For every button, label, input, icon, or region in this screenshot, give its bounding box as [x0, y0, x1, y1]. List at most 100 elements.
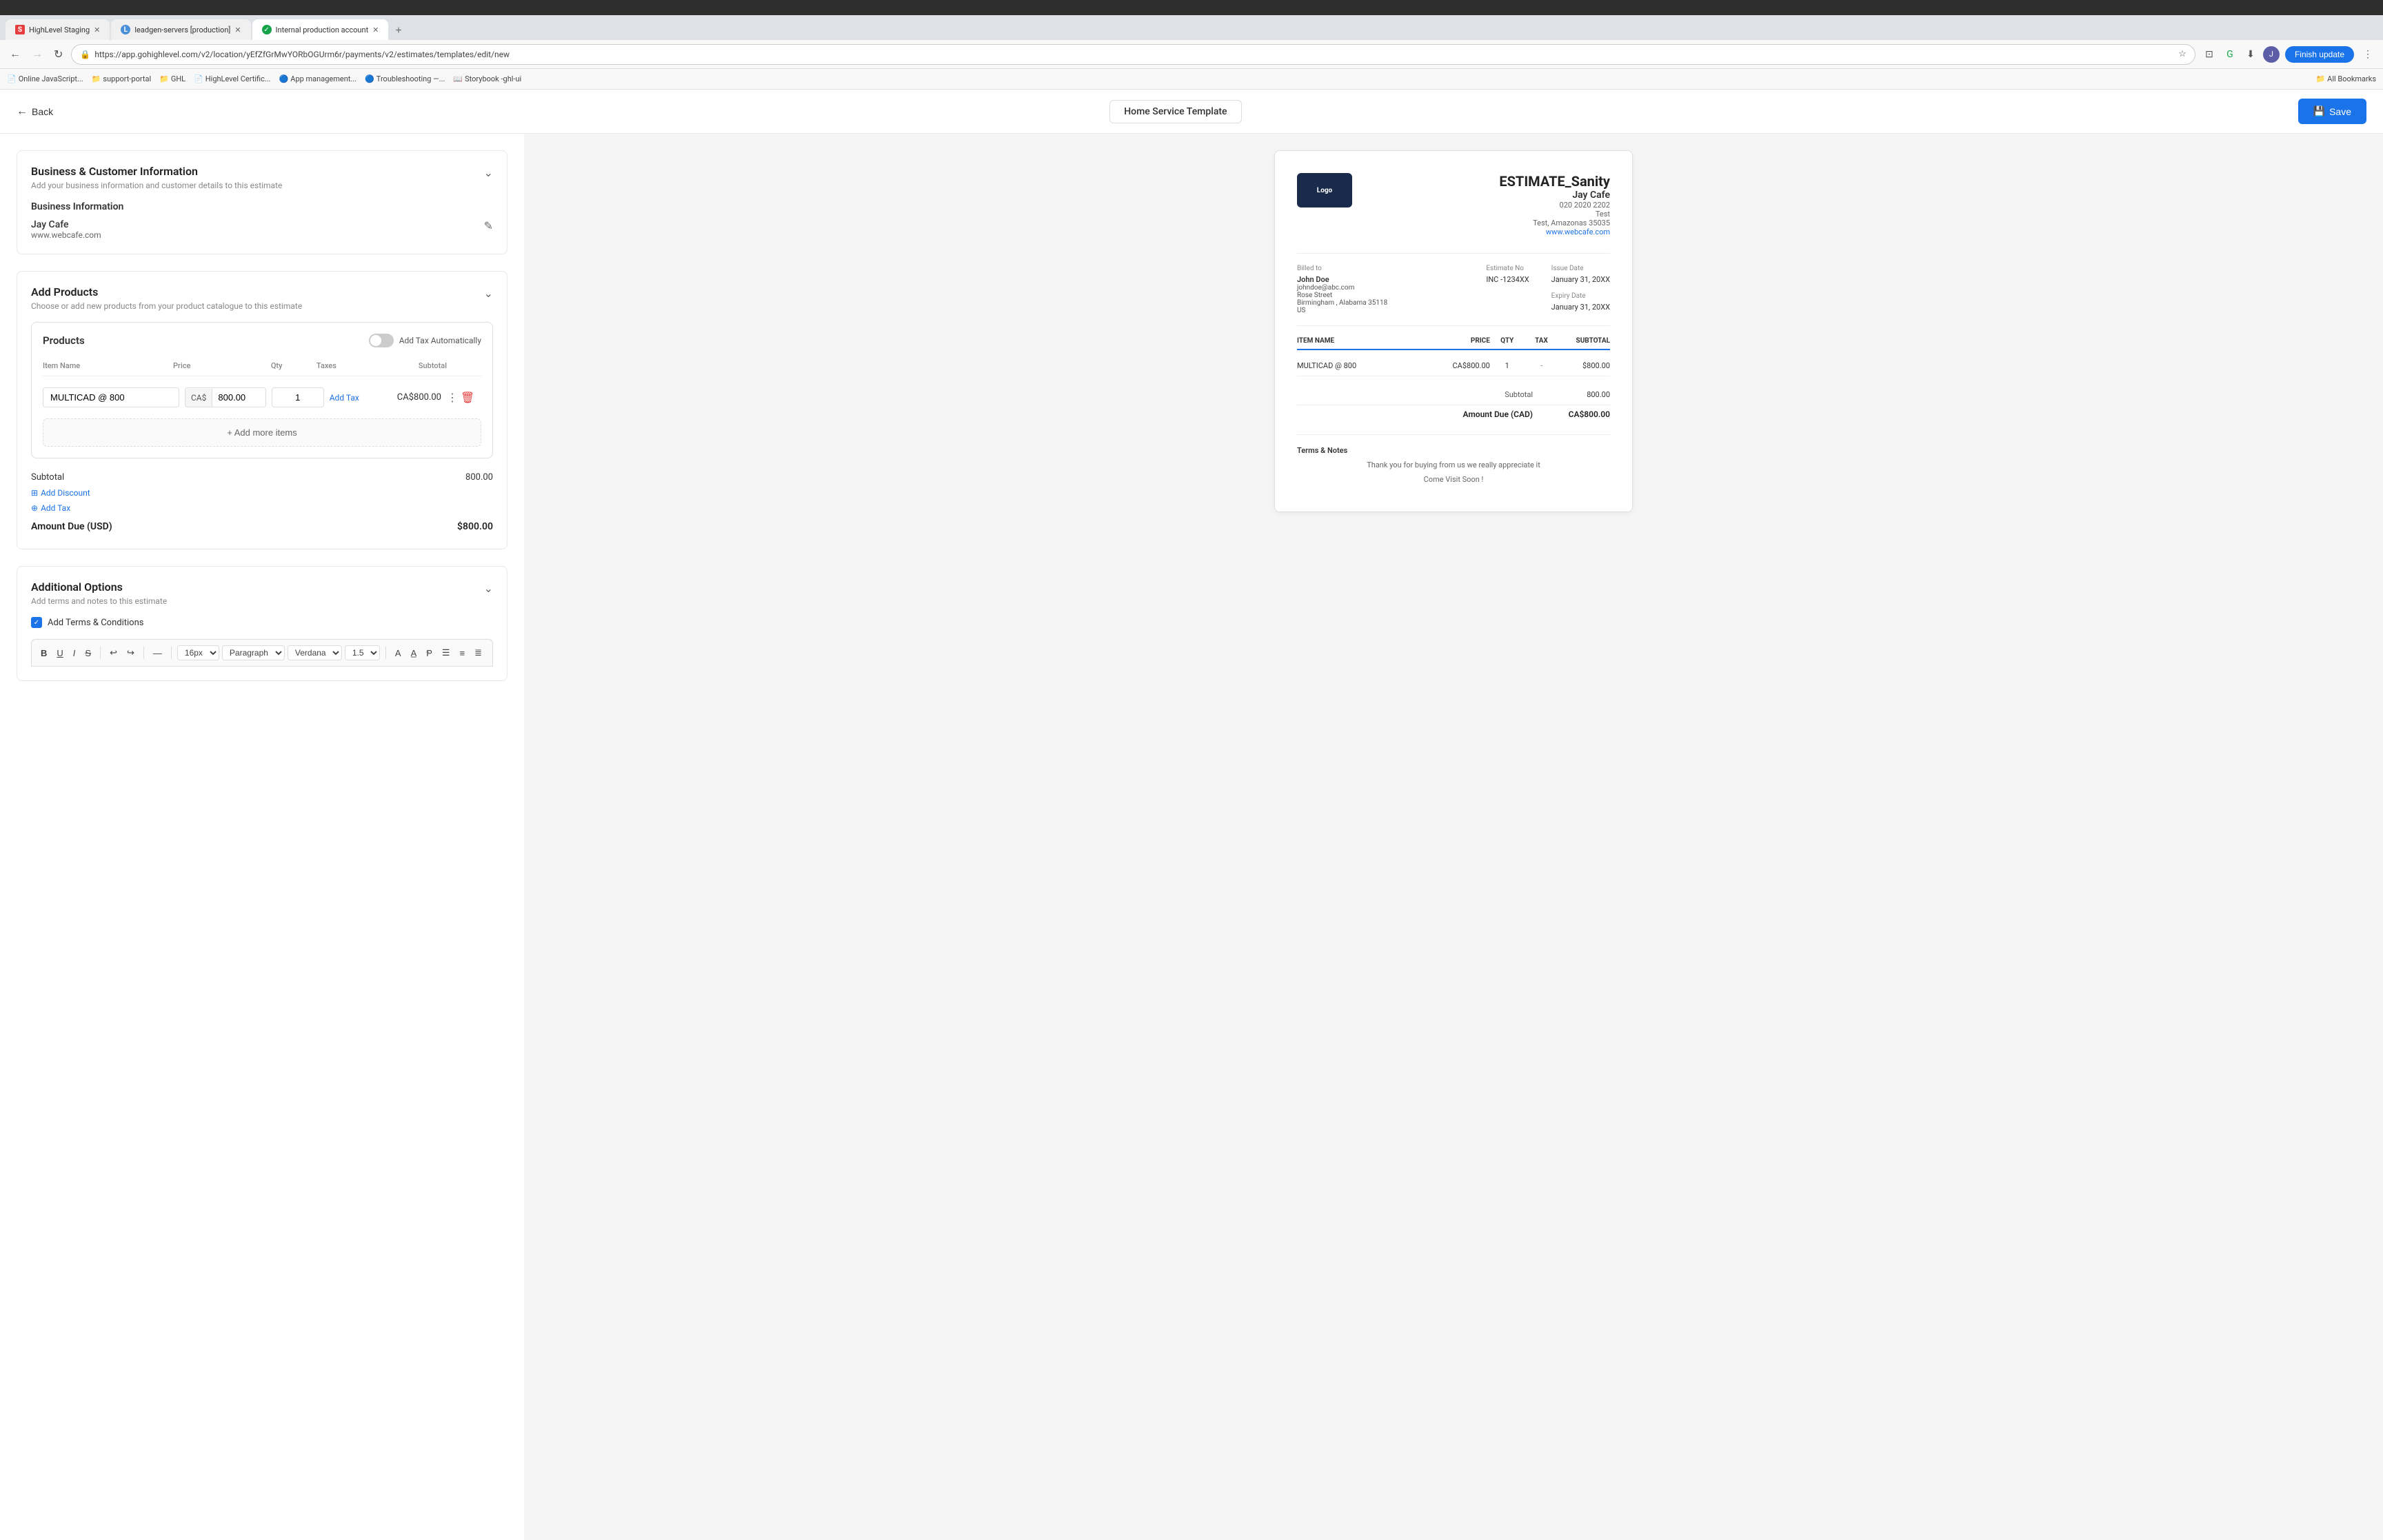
products-table-header: Item Name Price Qty Taxes Subtotal — [43, 356, 481, 376]
est-col-qty-header: QTY — [1490, 337, 1525, 345]
add-tax-link-bottom[interactable]: ⊕ Add Tax — [31, 503, 493, 513]
totals-section: Subtotal 800.00 ⊞ Add Discount ⊕ — [31, 469, 493, 535]
qty-input[interactable] — [272, 387, 324, 407]
product-options-button[interactable]: ⋮ — [447, 391, 458, 405]
estimate-header: Logo ESTIMATE_Sanity Jay Cafe 020 2020 2… — [1297, 173, 1610, 236]
left-panel: Business & Customer Information Add your… — [0, 134, 524, 1540]
save-button[interactable]: 💾 Save — [2298, 99, 2366, 124]
browser-chrome: S HighLevel Staging ✕ L leadgen-servers … — [0, 0, 2383, 90]
back-nav-button[interactable]: ← — [7, 47, 23, 62]
forward-nav-button[interactable]: → — [29, 47, 46, 62]
highlight-button[interactable]: A̲ — [408, 646, 421, 660]
est-table-header: ITEM NAME PRICE QTY TAX SUBTOTAL — [1297, 337, 1610, 350]
profile-icon[interactable]: J — [2263, 46, 2280, 63]
bookmark-app-management[interactable]: 🔵 App management... — [279, 74, 357, 83]
browser-titlebar — [0, 0, 2383, 15]
toolbar-separator-2 — [143, 647, 144, 659]
bookmark-javascript[interactable]: 📄 Online JavaScript... — [7, 74, 83, 83]
tab-favicon-3: ✓ — [262, 25, 272, 34]
amount-due-value: $800.00 — [457, 521, 493, 532]
price-input[interactable] — [212, 388, 261, 407]
preview-card: Logo ESTIMATE_Sanity Jay Cafe 020 2020 2… — [1274, 150, 1633, 512]
bookmark-troubleshooting[interactable]: 🔵 Troubleshooting —... — [365, 74, 445, 83]
add-products-header[interactable]: Add Products Choose or add new products … — [31, 285, 493, 311]
col-item-name-header: Item Name — [43, 361, 173, 370]
tab-label-1: HighLevel Staging — [29, 26, 90, 34]
undo-button[interactable]: ↩ — [106, 645, 121, 660]
browser-tab-2[interactable]: L leadgen-servers [production] ✕ — [111, 19, 250, 40]
format-button[interactable]: Ᵽ — [423, 646, 436, 660]
product-delete-button[interactable]: 🗑 — [461, 391, 474, 405]
bookmark-support-label: support-portal — [103, 74, 151, 83]
bookmark-star-icon[interactable]: ☆ — [2178, 49, 2186, 59]
additional-options-header[interactable]: Additional Options Add terms and notes t… — [31, 580, 493, 606]
subtotal-value: 800.00 — [465, 472, 493, 483]
grammarly-icon[interactable]: G — [2222, 46, 2238, 63]
font-select[interactable]: Verdana — [288, 645, 342, 660]
app-content: ← Back Home Service Template 💾 Save Busi… — [0, 90, 2383, 1540]
tab-close-1[interactable]: ✕ — [94, 26, 100, 34]
bookmark-support[interactable]: 📁 support-portal — [92, 74, 151, 83]
bookmark-storybook[interactable]: 📖 Storybook -ghl-ui — [453, 74, 521, 83]
line-height-select[interactable]: 1.5 — [345, 645, 380, 660]
est-cell-qty: 1 — [1490, 361, 1525, 370]
business-info-subtitle: Add your business information and custom… — [31, 181, 282, 190]
col-subtotal-header: Subtotal — [381, 361, 447, 370]
add-tax-row: ⊕ Add Tax — [31, 500, 493, 516]
bold-button[interactable]: B — [37, 646, 50, 660]
underline-button[interactable]: U — [53, 646, 66, 660]
browser-tab-1[interactable]: S HighLevel Staging ✕ — [6, 19, 110, 40]
tab-label-2: leadgen-servers [production] — [134, 26, 230, 34]
download-icon[interactable]: ⬇ — [2242, 46, 2259, 63]
redo-button[interactable]: ↪ — [123, 645, 138, 660]
billed-to-label: Billed to — [1297, 265, 1387, 272]
estimate-logo: Logo — [1297, 173, 1352, 207]
browser-toolbar: ← → ↻ 🔒 https://app.gohighlevel.com/v2/l… — [0, 40, 2383, 69]
product-name-input[interactable] — [43, 387, 179, 407]
additional-options-title: Additional Options — [31, 580, 167, 594]
text-color-button[interactable]: A — [392, 646, 405, 660]
bookmark-highlevel[interactable]: 📄 HighLevel Certific... — [194, 74, 270, 83]
back-button[interactable]: ← Back — [17, 105, 53, 118]
tab-close-3[interactable]: ✕ — [372, 26, 379, 34]
tab-label-3: Internal production account — [276, 26, 369, 34]
edit-business-info-button[interactable]: ✎ — [484, 219, 493, 233]
bookmark-ghl[interactable]: 📁 GHL — [159, 74, 185, 83]
browser-tabs: S HighLevel Staging ✕ L leadgen-servers … — [0, 15, 2383, 40]
est-subtotal-row: Subtotal 800.00 — [1297, 387, 1610, 402]
address-bar[interactable]: 🔒 https://app.gohighlevel.com/v2/locatio… — [71, 44, 2195, 65]
finish-update-button[interactable]: Finish update — [2285, 46, 2354, 63]
add-products-chevron-icon: ⌄ — [484, 287, 493, 300]
new-tab-button[interactable]: + — [390, 22, 407, 40]
add-more-items-button[interactable]: + Add more items — [43, 418, 481, 447]
strikethrough-button[interactable]: S — [81, 646, 94, 660]
font-size-select[interactable]: 16px — [177, 645, 219, 660]
browser-tab-3[interactable]: ✓ Internal production account ✕ — [252, 19, 389, 40]
bullet-list-button[interactable]: ☰ — [439, 645, 454, 660]
align-button[interactable]: ≣ — [471, 645, 485, 660]
products-title: Products — [43, 334, 85, 347]
col-taxes-header: Taxes — [316, 361, 382, 370]
business-info-header[interactable]: Business & Customer Information Add your… — [31, 165, 493, 190]
numbered-list-button[interactable]: ≡ — [456, 646, 469, 660]
reload-button[interactable]: ↻ — [51, 46, 66, 63]
paragraph-select[interactable]: Paragraph — [222, 645, 285, 660]
add-tax-link[interactable]: Add Tax — [330, 393, 383, 403]
italic-button[interactable]: I — [70, 646, 79, 660]
tab-favicon-2: L — [121, 25, 130, 34]
additional-options-chevron-icon: ⌄ — [484, 582, 493, 595]
add-tax-toggle[interactable] — [369, 334, 394, 347]
terms-checkbox[interactable]: ✓ — [31, 617, 42, 628]
business-info-title: Business & Customer Information — [31, 165, 282, 178]
strikethrough-button-2[interactable]: — — [150, 646, 165, 660]
billed-to-group: Billed to John Doe johndoe@abc.com Rose … — [1297, 265, 1387, 314]
business-website: www.webcafe.com — [31, 230, 101, 240]
all-bookmarks[interactable]: 📁 All Bookmarks — [2316, 74, 2376, 83]
menu-icon[interactable]: ⋮ — [2360, 46, 2376, 63]
subtotal-label: Subtotal — [31, 472, 64, 483]
row-actions: ⋮ 🗑 — [447, 391, 481, 405]
extensions-icon[interactable]: ⊡ — [2201, 46, 2218, 63]
tab-close-2[interactable]: ✕ — [234, 26, 241, 34]
terms-label: Terms & Notes — [1297, 446, 1610, 455]
add-discount-link[interactable]: ⊞ Add Discount — [31, 488, 493, 498]
